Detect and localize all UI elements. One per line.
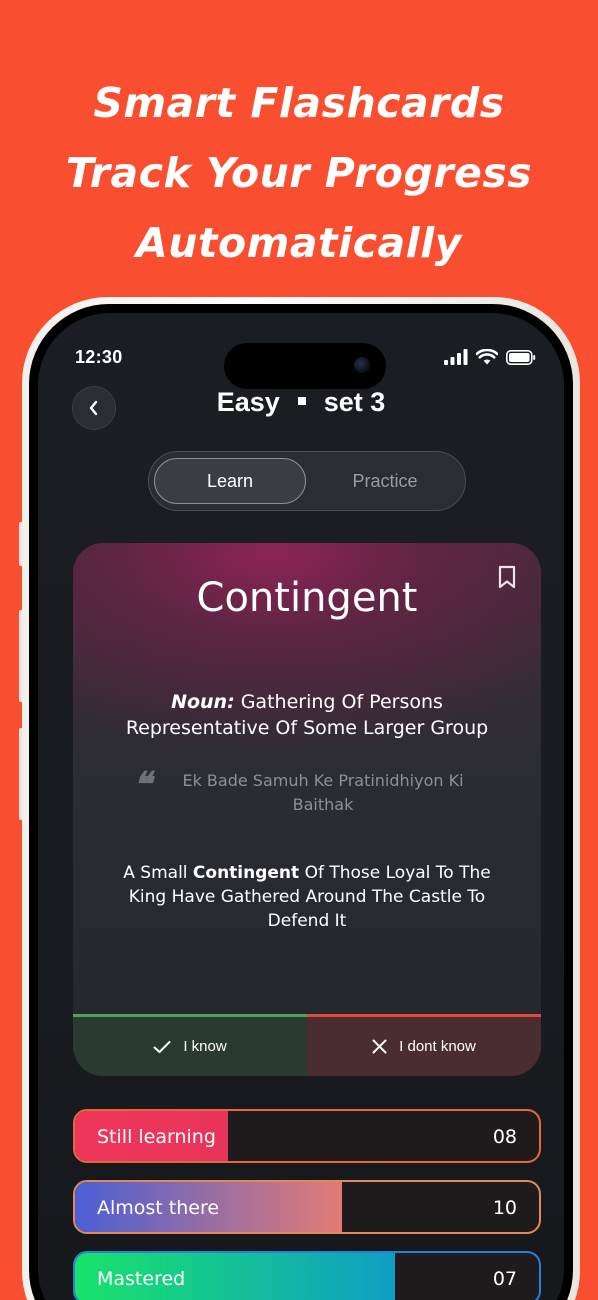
headline-line-1: Smart Flashcards bbox=[93, 79, 505, 127]
quote-icon: ❝ bbox=[133, 765, 152, 805]
promo-headline: Smart Flashcards Track Your Progress Aut… bbox=[0, 68, 598, 278]
phone-frame: 12:30 Easy set 3 Learn Practice Continge… bbox=[22, 297, 580, 1300]
wifi-icon bbox=[476, 349, 498, 365]
i-dont-know-button[interactable]: I dont know bbox=[307, 1014, 541, 1076]
headline-line-3: Automatically bbox=[135, 219, 463, 267]
signal-icon bbox=[444, 349, 468, 365]
phone-bezel: 12:30 Easy set 3 Learn Practice Continge… bbox=[29, 304, 573, 1300]
checkmark-icon bbox=[153, 1040, 171, 1053]
status-icons bbox=[444, 349, 536, 365]
headline-line-2: Track Your Progress bbox=[65, 149, 533, 197]
progress-almost-there[interactable]: Almost there 10 bbox=[73, 1180, 541, 1234]
flashcard-definition: Noun: Gathering Of Persons Representativ… bbox=[99, 689, 515, 741]
progress-still-learning[interactable]: Still learning 08 bbox=[73, 1109, 541, 1163]
progress-label: Mastered bbox=[97, 1268, 186, 1290]
progress-mastered[interactable]: Mastered 07 bbox=[73, 1251, 541, 1300]
i-know-button[interactable]: I know bbox=[73, 1014, 307, 1076]
i-dont-know-label: I dont know bbox=[399, 1038, 476, 1055]
progress-count: 08 bbox=[492, 1126, 517, 1148]
flashcard[interactable]: Contingent Noun: Gathering Of Persons Re… bbox=[73, 543, 541, 1076]
tab-practice[interactable]: Practice bbox=[309, 458, 461, 504]
progress-label: Almost there bbox=[97, 1197, 220, 1219]
hindi-meaning: Ek Bade Samuh Ke Pratinidhiyon Ki Baitha… bbox=[182, 771, 464, 814]
flashcard-word: Contingent bbox=[196, 575, 418, 621]
progress-count: 10 bbox=[492, 1197, 517, 1219]
battery-icon bbox=[506, 349, 536, 365]
camera-icon bbox=[354, 357, 370, 373]
progress-label: Still learning bbox=[97, 1126, 216, 1148]
page-title: Easy set 3 bbox=[38, 385, 564, 419]
answer-buttons: I know I dont know bbox=[73, 1014, 541, 1076]
mode-toggle: Learn Practice bbox=[148, 451, 466, 511]
example-highlight: Contingent bbox=[192, 863, 300, 883]
i-know-label: I know bbox=[183, 1038, 227, 1055]
part-of-speech: Noun: bbox=[171, 691, 235, 713]
level-label: Easy bbox=[216, 387, 280, 417]
progress-count: 07 bbox=[492, 1268, 517, 1290]
example-sentence: A Small Contingent Of Those Loyal To The… bbox=[103, 861, 511, 933]
close-icon bbox=[372, 1039, 387, 1054]
tab-learn[interactable]: Learn bbox=[154, 458, 306, 504]
status-time: 12:30 bbox=[75, 347, 123, 367]
dynamic-island bbox=[224, 343, 386, 389]
phone-screen: 12:30 Easy set 3 Learn Practice Continge… bbox=[38, 313, 564, 1300]
set-label: set 3 bbox=[323, 387, 386, 417]
title-separator bbox=[297, 396, 306, 405]
example-before: A Small bbox=[123, 863, 193, 883]
